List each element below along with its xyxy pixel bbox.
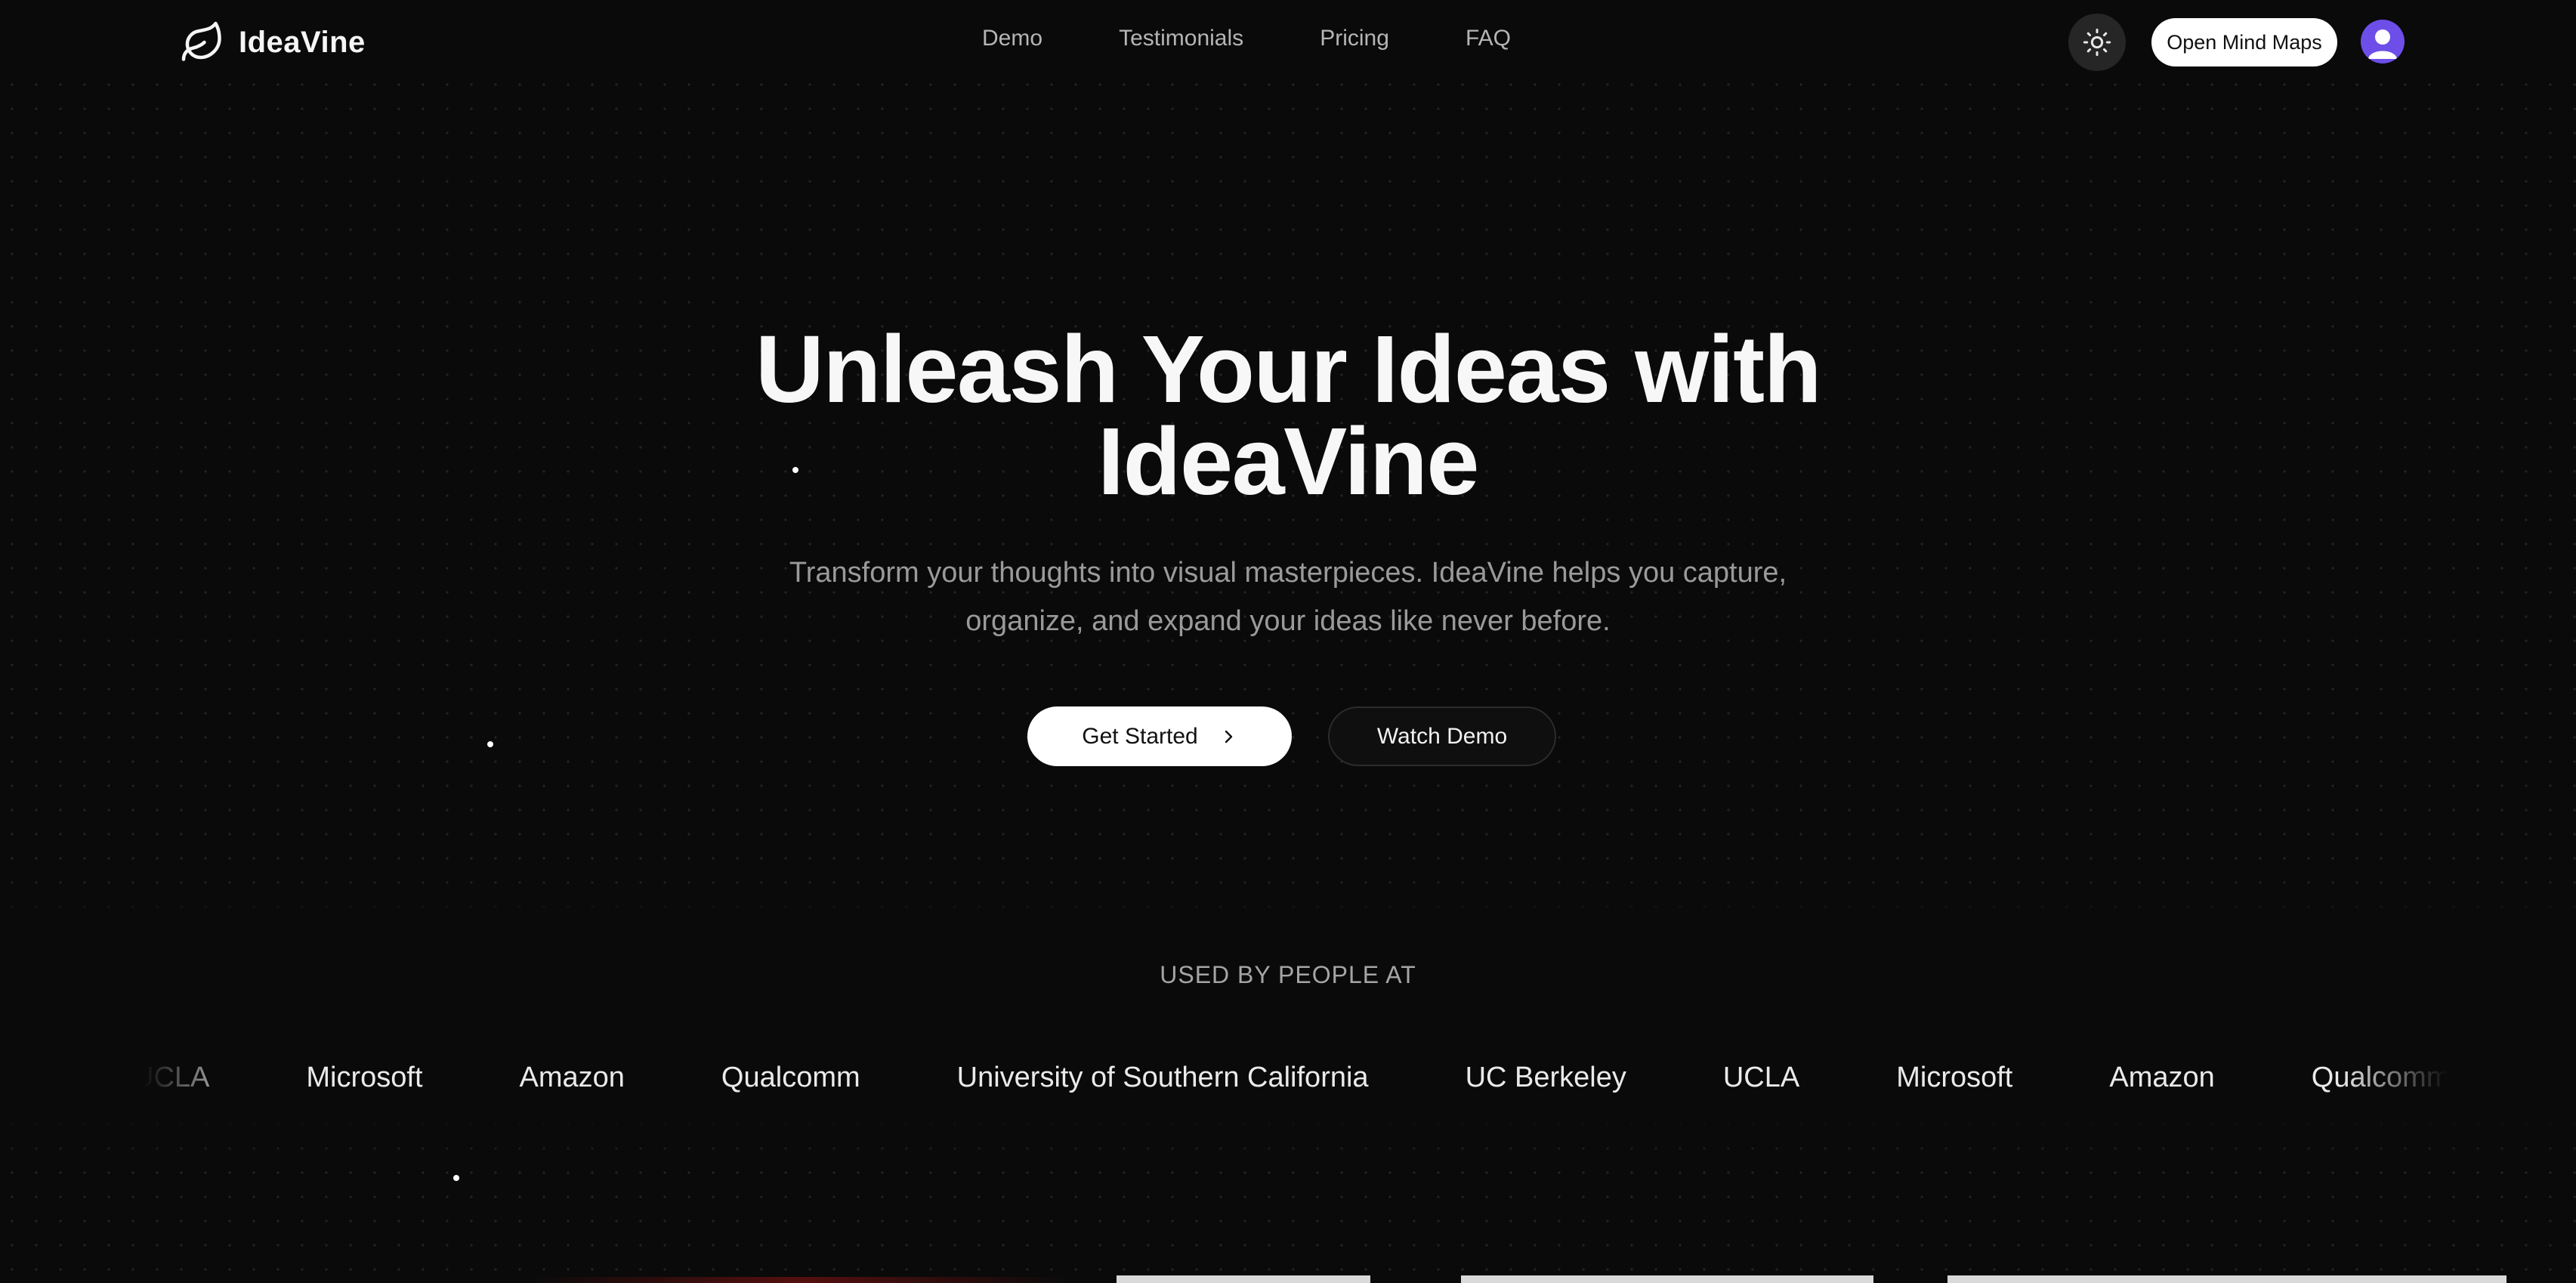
brand-logo[interactable]: IdeaVine xyxy=(180,18,366,66)
preview-edge xyxy=(1461,1275,1873,1283)
preview-edge xyxy=(1947,1275,2507,1283)
hero-title-line-2: IdeaVine xyxy=(1098,408,1479,515)
logo-band-backdrop xyxy=(0,876,2576,1164)
nav-link-pricing[interactable]: Pricing xyxy=(1320,26,1389,51)
nav-link-demo[interactable]: Demo xyxy=(982,26,1042,51)
nav-links: Demo Testimonials Pricing FAQ xyxy=(982,26,1511,51)
sparkle-dot xyxy=(453,1175,459,1181)
logo-amazon: Amazon xyxy=(2109,1062,2215,1093)
open-mind-maps-button[interactable]: Open Mind Maps xyxy=(2151,18,2337,66)
get-started-button[interactable]: Get Started xyxy=(1027,706,1292,766)
brand-name: IdeaVine xyxy=(239,25,366,59)
logo-microsoft: Microsoft xyxy=(306,1062,423,1093)
hero-subtitle-line-1: Transform your thoughts into visual mast… xyxy=(789,557,1787,589)
logo-qualcomm: Qualcomm xyxy=(2311,1062,2448,1093)
hero-subtitle-line-2: organize, and expand your ideas like nev… xyxy=(965,605,1611,637)
leaf-icon xyxy=(181,21,221,61)
hero-subtitle: Transform your thoughts into visual mast… xyxy=(721,549,1855,645)
chevron-right-icon xyxy=(1225,730,1232,743)
logo-ucla: UCLA xyxy=(1722,1062,1800,1093)
logo-microsoft: Microsoft xyxy=(1896,1062,2013,1093)
preview-glow xyxy=(529,1277,1073,1283)
logo-marquee: UCLA Microsoft Amazon Qualcomm Universit… xyxy=(144,1058,2448,1106)
theme-toggle-button[interactable] xyxy=(2068,14,2126,71)
hero-title-line-1: Unleash Your Ideas with xyxy=(755,316,1822,422)
top-nav: IdeaVine Demo Testimonials Pricing FAQ O… xyxy=(0,0,2576,85)
hero-title: Unleash Your Ideas with IdeaVine xyxy=(684,322,1892,509)
nav-link-testimonials[interactable]: Testimonials xyxy=(1119,26,1243,51)
preview-edge xyxy=(1117,1275,1370,1283)
user-avatar-icon xyxy=(2368,29,2397,59)
logo-amazon: Amazon xyxy=(519,1062,625,1093)
watch-demo-button[interactable]: Watch Demo xyxy=(1328,706,1556,766)
user-avatar[interactable] xyxy=(2361,20,2405,63)
logo-ucla: UCLA xyxy=(144,1062,210,1093)
logo-qualcomm: Qualcomm xyxy=(721,1062,860,1093)
nav-link-faq[interactable]: FAQ xyxy=(1466,26,1511,51)
get-started-label: Get Started xyxy=(1082,723,1198,749)
logo-track: UCLA Microsoft Amazon Qualcomm Universit… xyxy=(144,1058,2448,1097)
used-by-label: USED BY PEOPLE AT xyxy=(1160,961,1416,988)
logo-usc: University of Southern California xyxy=(956,1062,1369,1093)
sun-icon xyxy=(2083,28,2111,57)
sparkle-dot xyxy=(792,467,798,473)
sparkle-dot xyxy=(487,741,493,747)
logo-uc-berkeley: UC Berkeley xyxy=(1465,1062,1626,1093)
